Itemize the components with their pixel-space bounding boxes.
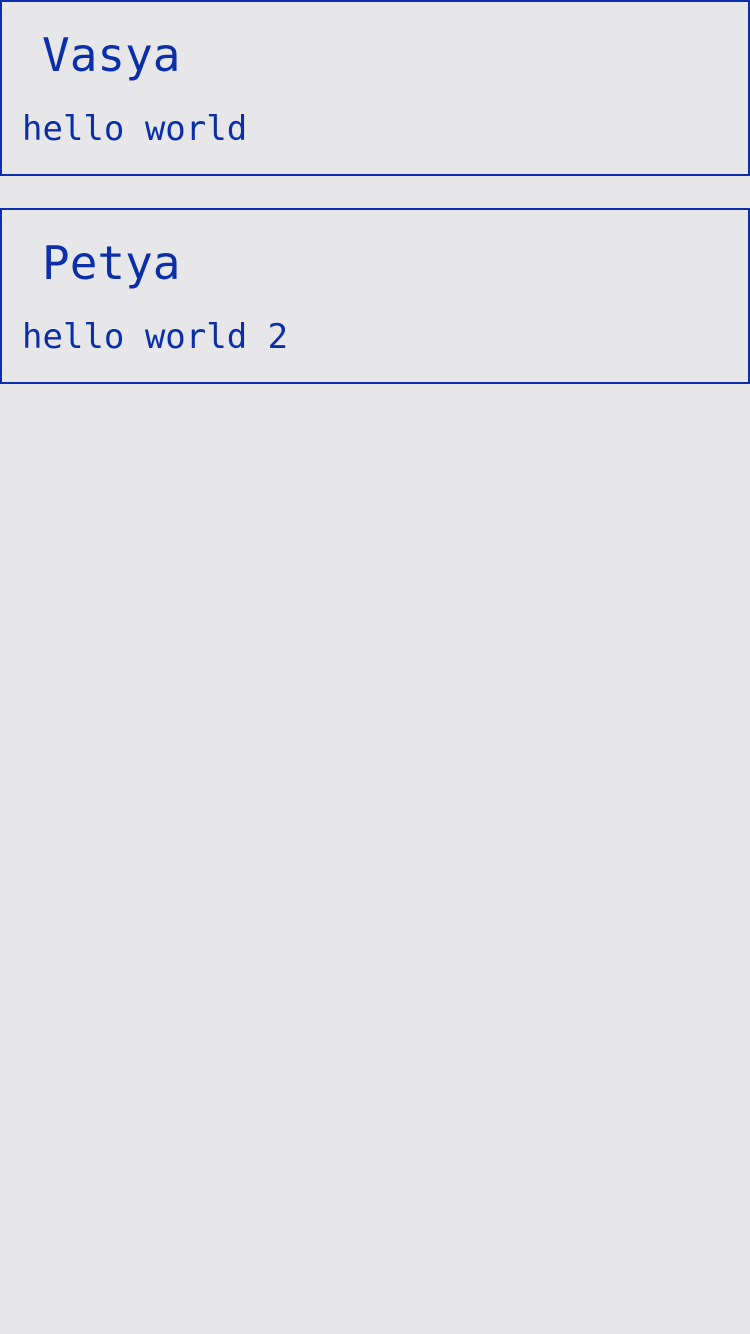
post-feed: Vasya hello world Petya hello world 2 <box>0 0 750 384</box>
post-card: Vasya hello world <box>0 0 750 176</box>
post-message: hello world 2 <box>22 317 289 357</box>
post-author: Vasya <box>42 28 181 82</box>
post-message: hello world <box>22 109 248 149</box>
post-author: Petya <box>42 236 181 290</box>
post-card: Petya hello world 2 <box>0 208 750 384</box>
